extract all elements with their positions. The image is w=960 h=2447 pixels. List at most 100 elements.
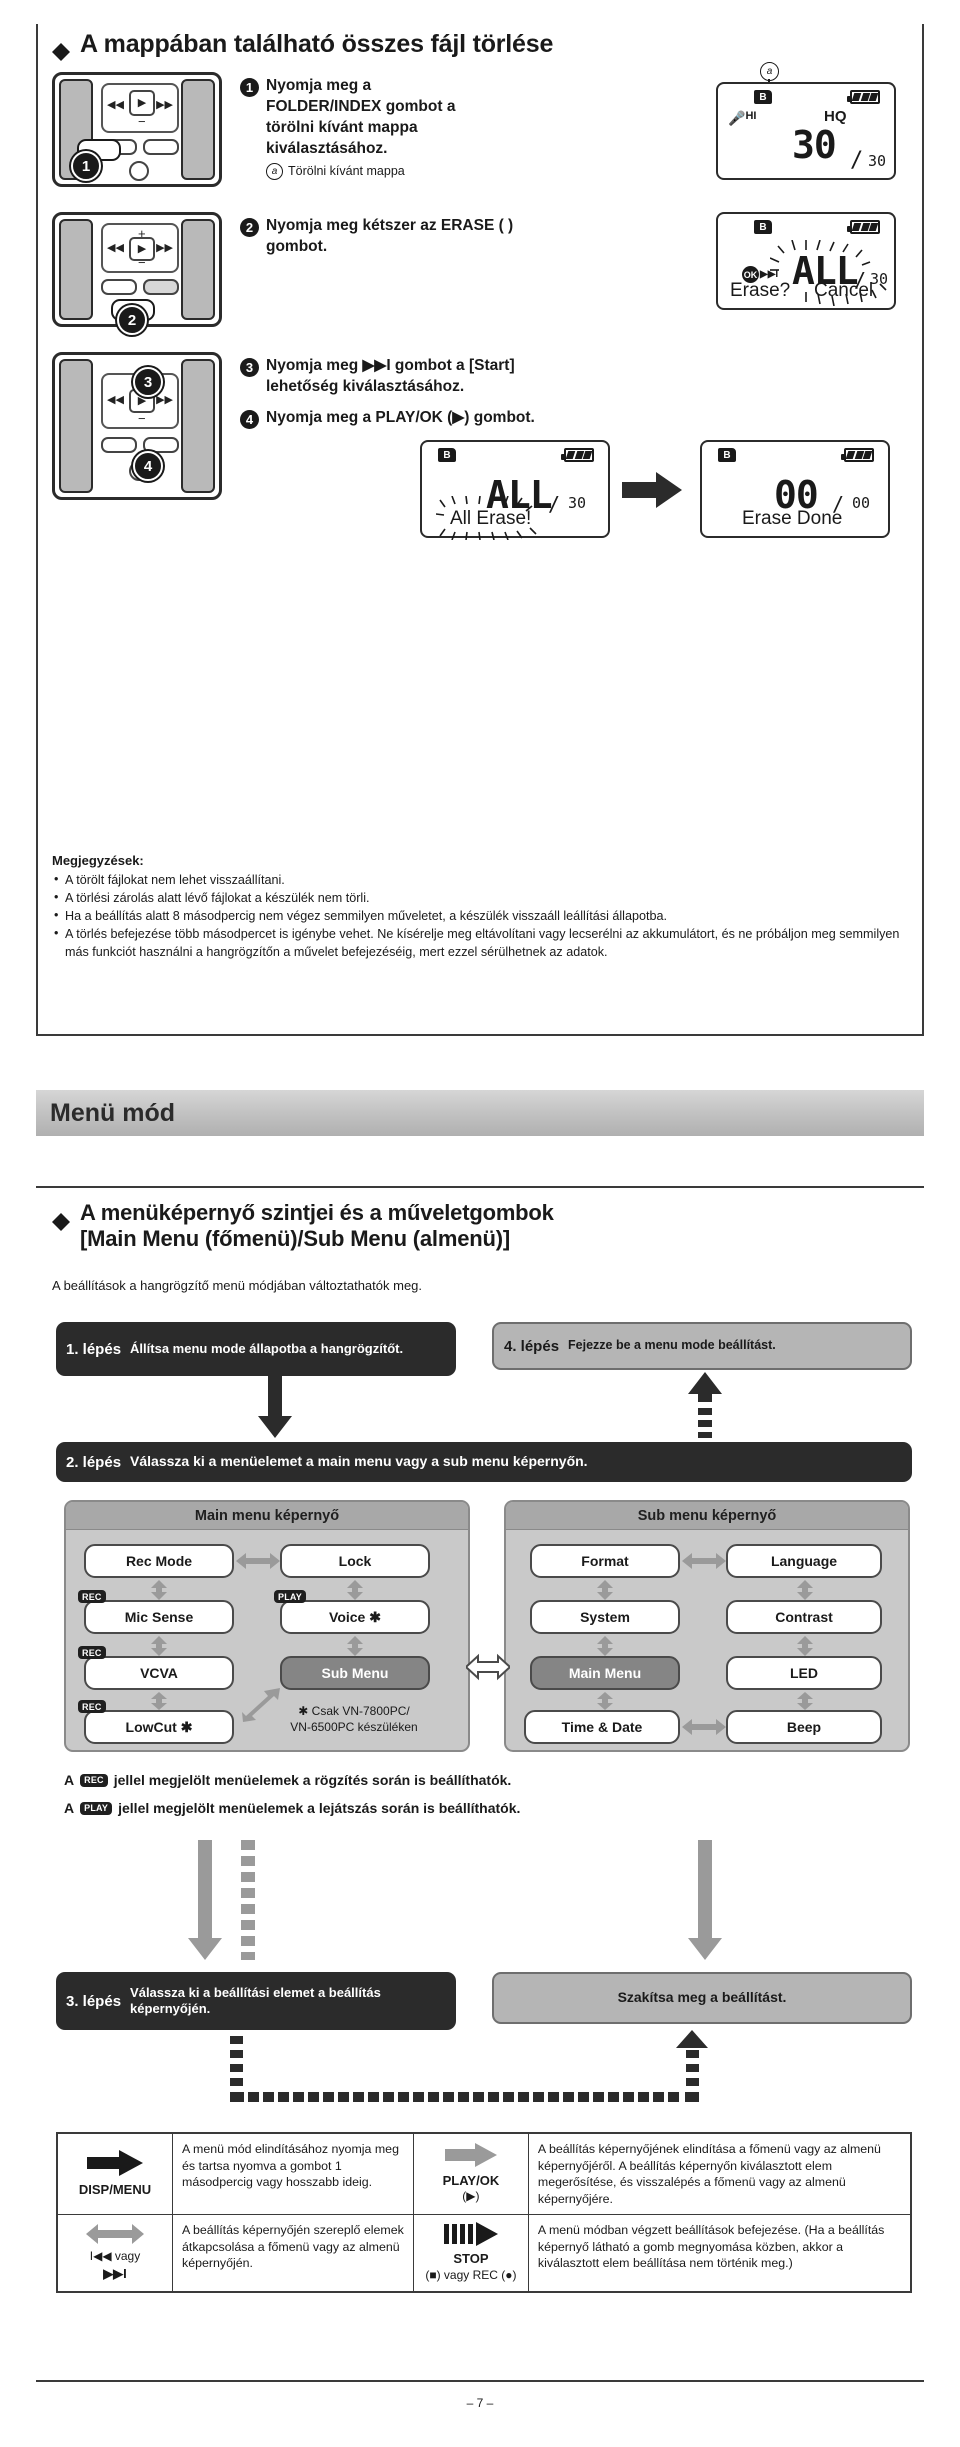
- step-1-subnote: a Törölni kívánt mappa: [266, 162, 470, 180]
- file-total-small-4: 00: [852, 494, 871, 512]
- menu-item-lock[interactable]: Lock: [280, 1544, 430, 1578]
- stop-rec-icon-cell: STOP (■) vagy REC (●): [412, 2213, 529, 2293]
- menu-item-contrast[interactable]: Contrast: [726, 1600, 882, 1634]
- rec-badge-icon: REC: [80, 1773, 108, 1787]
- step-pill-2: 2. lépés Válassza ki a menüelemet a main…: [56, 1442, 912, 1482]
- menu-item-language[interactable]: Language: [726, 1544, 882, 1578]
- hbi-arrow-format-language-icon: [682, 1553, 726, 1569]
- step-1: 1 Nyomja meg a FOLDER/INDEX gombot a tör…: [240, 76, 470, 180]
- menu-heading-line1: A menüképernyő szintjei és a műveletgomb…: [80, 1200, 554, 1225]
- step-pill-3-text: Válassza ki a beállítási elemet a beállí…: [130, 1985, 381, 2016]
- menu-item-mic-sense[interactable]: Mic Sense: [84, 1600, 234, 1634]
- vbi-arrow-micsense-vcva-icon: [151, 1636, 167, 1656]
- erase-done-label: Erase Done: [742, 508, 843, 529]
- sub-menu-panel-title: Sub menu képernyő: [506, 1502, 908, 1530]
- menu-section-rule: [36, 1186, 924, 1188]
- device-dpad: ▶ ◀◀ ▶▶ −: [101, 83, 179, 133]
- step-2-text: Nyomja meg kétszer az ERASE ( ) gombot.: [266, 217, 514, 255]
- table-row: DISP/MENU A menü mód elindításához nyomj…: [56, 2132, 912, 2215]
- play-ok-icon-cell: PLAY/OK (▶): [412, 2132, 529, 2215]
- rec-tag-vcva: REC: [78, 1646, 106, 1659]
- battery-icon-3: [561, 448, 594, 462]
- callout-3: 3: [133, 367, 163, 397]
- lcd-display-2: B ALL / 30 OK ▶▶I Erase? Cancel: [716, 212, 896, 310]
- vbi-arrow-contrast-led-icon: [797, 1636, 813, 1656]
- device-illustration-step1: ▶ ◀◀ ▶▶ − 1: [52, 72, 222, 187]
- menu-item-sub-menu[interactable]: Sub Menu: [280, 1656, 430, 1690]
- menu-heading: A menüképernyő szintjei és a műveletgomb…: [52, 1200, 912, 1252]
- device-dpad-2: + ▶ ◀◀ ▶▶ −: [101, 223, 179, 273]
- main-menu-term: Main Menu: [87, 1226, 200, 1251]
- step-pill-1: 1. lépés Állítsa menu mode állapotba a h…: [56, 1322, 456, 1376]
- menu-item-rec-mode[interactable]: Rec Mode: [84, 1544, 234, 1578]
- star-footnote-line2: VN-6500PC készüléken: [290, 1719, 418, 1734]
- operation-buttons-table: DISP/MENU A menü mód elindításához nyomj…: [56, 2132, 912, 2293]
- left-frame-rule: [36, 24, 38, 1034]
- mic-hi-label: HI: [745, 110, 757, 122]
- diamond-bullet-icon: [52, 34, 70, 61]
- legend-play-pre: A: [64, 1800, 75, 1816]
- table-row: I◀◀ vagy ▶▶I A beállítás képernyőjén sze…: [56, 2213, 912, 2293]
- diagonal-arrow-lowcut-submenu-icon: [242, 1688, 280, 1722]
- section-divider: [36, 1034, 924, 1036]
- step-2-number: 2: [240, 218, 259, 237]
- file-total-small: 30: [868, 152, 887, 170]
- menu-item-led[interactable]: LED: [726, 1656, 882, 1690]
- diamond-bullet-icon-2: [52, 1204, 70, 1231]
- menu-item-voice[interactable]: Voice ✱: [280, 1600, 430, 1634]
- step-pill-4-text: Fejezze be a menu mode beállítást.: [568, 1338, 776, 1353]
- menu-item-format[interactable]: Format: [530, 1544, 680, 1578]
- menu-item-vcva[interactable]: VCVA: [84, 1656, 234, 1690]
- stop-label: STOP: [453, 2251, 489, 2267]
- notes-title: Megjegyzések:: [52, 853, 144, 868]
- star-footnote: ✱ Csak VN-7800PC/ VN-6500PC készüléken: [264, 1704, 444, 1735]
- step-pill-3-label: 3. lépés: [66, 1992, 122, 2010]
- marker-a-icon: a: [266, 162, 283, 180]
- disp-menu-desc: A menü mód elindításához nyomja meg és t…: [172, 2132, 414, 2215]
- flow-arrow-right-icon: [622, 472, 682, 508]
- callout-2: 2: [117, 305, 147, 335]
- rec-tag-lowcut: REC: [78, 1700, 106, 1713]
- step-pill-4: 4. lépés Fejezze be a menu mode beállítá…: [492, 1322, 912, 1370]
- grey-double-arrow-icon: [86, 2224, 144, 2244]
- device-illustration-step34: + ▶ ◀◀ ▶▶ − 3 4: [52, 352, 222, 500]
- slash-separator: /: [850, 148, 864, 173]
- hbi-arrow-timedate-beep-icon: [682, 1719, 726, 1735]
- vbi-arrow-voice-submenu-icon: [347, 1636, 363, 1656]
- step-2: 2 Nyomja meg kétszer az ERASE ( ) gombot…: [240, 216, 540, 258]
- menu-item-time-date[interactable]: Time & Date: [524, 1710, 680, 1744]
- cancel-pill-text: Szakítsa meg a beállítást.: [617, 1989, 787, 2006]
- callout-1: 1: [71, 151, 101, 181]
- notes-block: Megjegyzések: A törölt fájlokat nem lehe…: [52, 852, 908, 962]
- arrow-up-step4-icon: [688, 1372, 722, 1438]
- cancel-pill: Szakítsa meg a beállítást.: [492, 1972, 912, 2024]
- legend-rec-text: jellel megjelölt menüelemek a rögzítés s…: [113, 1772, 512, 1788]
- device-left-panel-3: [59, 359, 93, 493]
- menu-item-beep[interactable]: Beep: [726, 1710, 882, 1744]
- step-1-number: 1: [240, 78, 259, 97]
- right-frame-rule: [922, 24, 924, 1034]
- device-illustration-step2: + ▶ ◀◀ ▶▶ − 2: [52, 212, 222, 335]
- battery-icon-2: [847, 220, 880, 234]
- lcd-display-1: B 🎤 HI HQ 30 / 30: [716, 82, 896, 180]
- device-left-panel-2: [59, 219, 93, 320]
- step-1-text: Nyomja meg a FOLDER/INDEX gombot a töröl…: [266, 77, 456, 157]
- menu-item-main-menu[interactable]: Main Menu: [530, 1656, 680, 1690]
- sub-menu-panel: Sub menu képernyő Format Language System…: [504, 1500, 910, 1752]
- folder-b-icon-2: B: [754, 220, 772, 234]
- step-pill-1-text: Állítsa menu mode állapotba a hangrögzít…: [130, 1341, 404, 1357]
- menu-mode-title: Menü mód: [50, 1098, 175, 1127]
- step-1-subnote-text: Törölni kívánt mappa: [288, 164, 405, 179]
- folder-b-icon-4: B: [718, 448, 736, 462]
- menu-item-system[interactable]: System: [530, 1600, 680, 1634]
- play-badge-icon: PLAY: [80, 1801, 113, 1815]
- mic-sensitivity-indicator: 🎤 HI: [728, 110, 756, 127]
- menu-mode-band: Menü mód: [36, 1090, 924, 1136]
- lcd-display-3: B ALL / 30 All Erase!: [420, 440, 610, 540]
- play-ok-label: PLAY/OK: [442, 2172, 500, 2188]
- vbi-arrow-system-mainmenu-icon: [597, 1636, 613, 1656]
- stop-rec-desc: A menü módban végzett beállítások befeje…: [527, 2213, 912, 2293]
- dashed-return-path-icon: [230, 2030, 708, 2102]
- menu-item-lowcut[interactable]: LowCut ✱: [84, 1710, 234, 1744]
- step-pill-3: 3. lépés Válassza ki a beállítási elemet…: [56, 1972, 456, 2030]
